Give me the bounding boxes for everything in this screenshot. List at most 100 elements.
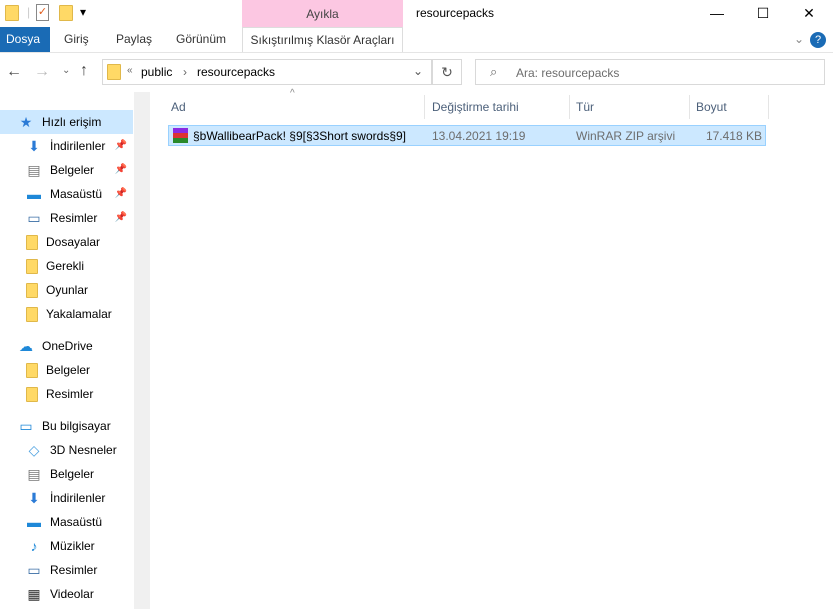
divider xyxy=(689,95,690,119)
folder-icon xyxy=(26,234,38,250)
up-button[interactable]: ↑ xyxy=(80,62,88,80)
nav-item-gerekli[interactable]: Gerekli xyxy=(0,254,133,278)
nav-item-dosayalar[interactable]: Dosayalar xyxy=(0,230,133,254)
chevron-down-icon[interactable]: ⌄ xyxy=(413,64,423,78)
context-tab-ayikla[interactable]: Ayıkla xyxy=(242,0,403,27)
nav-item-label: Belgeler xyxy=(50,163,95,177)
nav-item-i̇ndirilenler[interactable]: ⬇ İndirilenler xyxy=(0,486,133,510)
nav-item-label: Dosayalar xyxy=(46,235,101,249)
file-name: §bWallibearPack! §9[§3Short swords§9] xyxy=(193,129,406,143)
nav-item-label: Masaüstü xyxy=(50,187,103,201)
winrar-archive-icon xyxy=(173,128,188,143)
divider xyxy=(768,95,769,119)
maximize-button[interactable]: ☐ xyxy=(740,0,786,27)
recent-locations-button[interactable]: ⌄ xyxy=(62,65,70,76)
nav-item-label: İndirilenler xyxy=(50,491,106,505)
download-icon: ⬇ xyxy=(28,138,40,154)
divider xyxy=(424,95,425,119)
download-icon: ⬇ xyxy=(28,490,40,506)
nav-item-onedrive[interactable]: ☁ OneDrive xyxy=(0,334,133,358)
properties-icon[interactable]: ✓ xyxy=(36,4,49,21)
tab-compressed-folder-tools[interactable]: Sıkıştırılmış Klasör Araçları xyxy=(242,27,403,52)
window-title: resourcepacks xyxy=(416,6,495,20)
nav-item-i̇ndirilenler[interactable]: ⬇ İndirilenler 📌 xyxy=(0,134,133,158)
video-icon: ▦ xyxy=(27,586,41,602)
tab-gorunum[interactable]: Görünüm xyxy=(166,27,236,52)
nav-item-label: Belgeler xyxy=(46,363,91,377)
folder-icon xyxy=(26,258,38,274)
nav-item-resimler[interactable]: Resimler xyxy=(0,382,133,406)
sort-ascending-icon: ^ xyxy=(290,88,295,99)
nav-item-videolar[interactable]: ▦ Videolar xyxy=(0,582,133,606)
nav-item-label: İndirilenler xyxy=(50,139,106,153)
back-button[interactable]: ← xyxy=(6,63,22,81)
nav-item-masaüstü[interactable]: ▬ Masaüstü 📌 xyxy=(0,182,133,206)
nav-item-label: Müzikler xyxy=(50,539,95,553)
search-input[interactable]: ⌕ Ara: resourcepacks xyxy=(475,59,825,85)
forward-button[interactable]: → xyxy=(34,63,50,81)
document-icon: ▤ xyxy=(27,162,41,178)
help-button[interactable]: ? xyxy=(810,32,826,48)
new-folder-icon[interactable] xyxy=(59,5,73,21)
nav-item-label: OneDrive xyxy=(42,339,93,353)
nav-item-yakalamalar[interactable]: Yakalamalar xyxy=(0,302,133,326)
document-icon: ▤ xyxy=(27,466,41,482)
nav-item-label: 3D Nesneler xyxy=(50,443,117,457)
refresh-button[interactable]: ↻ xyxy=(432,59,462,85)
file-date: 13.04.2021 19:19 xyxy=(432,129,526,143)
star-icon: ★ xyxy=(19,114,33,130)
pin-icon: 📌 xyxy=(114,164,127,175)
folder-icon xyxy=(26,386,38,402)
nav-item-label: Bu bilgisayar xyxy=(42,419,111,433)
address-bar[interactable]: « public › resourcepacks ⌄ xyxy=(102,59,432,85)
nav-item-label: Resimler xyxy=(50,211,98,225)
pin-icon: 📌 xyxy=(114,140,127,151)
nav-item-label: Hızlı erişim xyxy=(42,115,102,129)
desktop-icon: ▬ xyxy=(27,514,41,530)
folder-icon xyxy=(26,282,38,298)
column-header-name[interactable]: Ad xyxy=(171,95,186,119)
pictures-icon: ▭ xyxy=(27,210,41,226)
nav-item-resimler[interactable]: ▭ Resimler xyxy=(0,558,133,582)
ribbon-tabs: Dosya Giriş Paylaş Görünüm Sıkıştırılmış… xyxy=(0,27,833,52)
nav-item-hızlı-erişim[interactable]: ★ Hızlı erişim xyxy=(0,110,133,134)
column-header-type[interactable]: Tür xyxy=(576,95,594,119)
divider xyxy=(569,95,570,119)
search-icon: ⌕ xyxy=(490,64,498,79)
folder-icon xyxy=(5,5,19,21)
column-header-date[interactable]: Değiştirme tarihi xyxy=(432,95,519,119)
tab-giris[interactable]: Giriş xyxy=(54,27,99,52)
nav-item-label: Videolar xyxy=(50,587,94,601)
nav-item-belgeler[interactable]: ▤ Belgeler 📌 xyxy=(0,158,133,182)
folder-icon xyxy=(26,306,38,322)
nav-item-müzikler[interactable]: ♪ Müzikler xyxy=(0,534,133,558)
minimize-button[interactable]: — xyxy=(694,0,740,27)
nav-item-label: Oyunlar xyxy=(46,283,89,297)
folder-icon xyxy=(107,64,121,80)
nav-item-bu-bilgisayar[interactable]: ▭ Bu bilgisayar xyxy=(0,414,133,438)
nav-item-label: Masaüstü xyxy=(50,515,103,529)
nav-item-label: Resimler xyxy=(46,387,94,401)
file-row[interactable]: §bWallibearPack! §9[§3Short swords§9] 13… xyxy=(168,125,766,146)
tab-paylas[interactable]: Paylaş xyxy=(106,27,162,52)
breadcrumb-public[interactable]: public xyxy=(141,65,172,79)
customize-toolbar-icon[interactable]: ▾ xyxy=(80,5,86,19)
title-bar: | ✓ ▾ Ayıkla resourcepacks — ☐ ✕ xyxy=(0,0,833,27)
music-icon: ♪ xyxy=(30,538,38,554)
breadcrumb-resourcepacks[interactable]: resourcepacks xyxy=(197,65,275,79)
nav-item-3d-nesneler[interactable]: ◇ 3D Nesneler xyxy=(0,438,133,462)
column-header-size[interactable]: Boyut xyxy=(696,95,727,119)
nav-item-resimler[interactable]: ▭ Resimler 📌 xyxy=(0,206,133,230)
tab-dosya[interactable]: Dosya xyxy=(0,27,50,52)
nav-item-belgeler[interactable]: Belgeler xyxy=(0,358,133,382)
nav-item-label: Resimler xyxy=(50,563,98,577)
nav-item-masaüstü[interactable]: ▬ Masaüstü xyxy=(0,510,133,534)
pictures-icon: ▭ xyxy=(27,562,41,578)
close-button[interactable]: ✕ xyxy=(786,0,832,27)
file-size: 17.418 KB xyxy=(705,129,762,143)
nav-item-oyunlar[interactable]: Oyunlar xyxy=(0,278,133,302)
desktop-icon: ▬ xyxy=(27,186,41,202)
nav-scrollbar[interactable] xyxy=(134,92,150,609)
file-type: WinRAR ZIP arşivi xyxy=(576,129,676,143)
nav-item-belgeler[interactable]: ▤ Belgeler xyxy=(0,462,133,486)
